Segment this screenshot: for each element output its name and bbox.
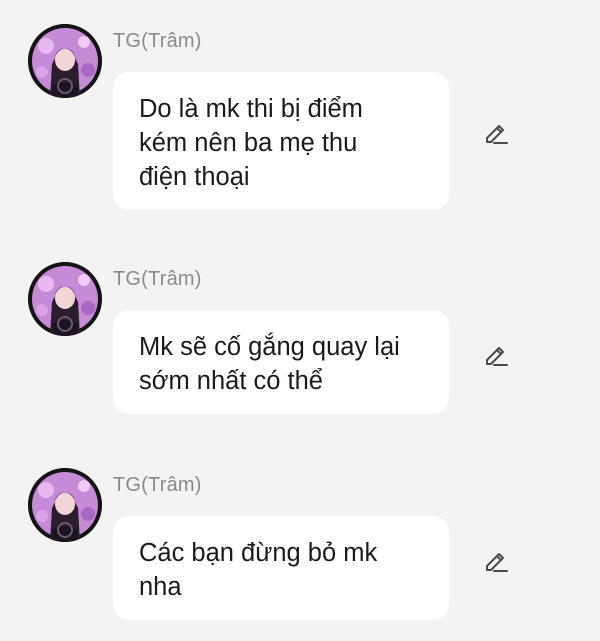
message-text-line: nha [139,573,182,601]
pencil-icon[interactable] [480,338,512,370]
message-text-line: kém nên ba mẹ thu [139,129,358,157]
avatar[interactable] [28,468,102,542]
sender-name: TG(Trâm) [113,474,202,496]
message-bubble[interactable]: Do là mk thi bị điểm kém nên ba mẹ thu đ… [113,72,449,210]
sender-name: TG(Trâm) [113,30,202,52]
avatar-image [28,468,102,542]
message-text-line: điện thoại [139,163,250,191]
avatar[interactable] [28,24,102,98]
avatar-image [28,24,102,98]
message-bubble[interactable]: Các bạn đừng bỏ mk nha [113,516,449,620]
pencil-icon[interactable] [480,116,512,148]
message-text-line: Do là mk thi bị điểm [139,95,363,123]
message-text-line: Mk sẽ cố gắng quay lại [139,333,400,361]
message-bubble[interactable]: Mk sẽ cố gắng quay lại sớm nhất có thể [113,310,449,414]
pencil-icon[interactable] [480,544,512,576]
message-text-line: sớm nhất có thể [139,367,323,395]
avatar-image [28,262,102,336]
sender-name: TG(Trâm) [113,268,202,290]
message-text-line: Các bạn đừng bỏ mk [139,539,378,567]
avatar[interactable] [28,262,102,336]
